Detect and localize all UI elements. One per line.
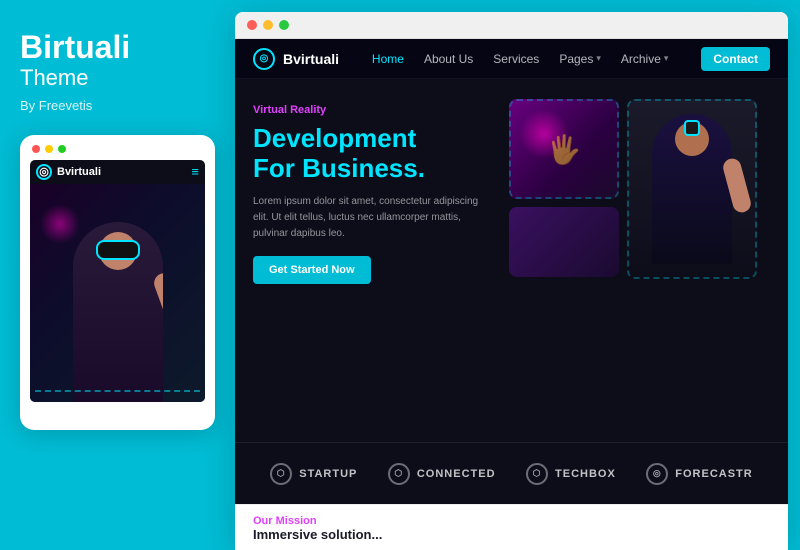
browser-preview: ◎ Bvirtuali Home About Us Services Pages… xyxy=(235,12,788,550)
browser-dot-yellow xyxy=(263,20,273,30)
nav-link-about[interactable]: About Us xyxy=(424,52,473,66)
browser-chrome xyxy=(235,12,788,39)
pages-arrow-icon: ▾ xyxy=(596,53,601,64)
mobile-nav-logo: ◎ Bvirtuali xyxy=(36,164,101,180)
mobile-cyan-border xyxy=(35,390,200,392)
hero-cta-button[interactable]: Get Started Now xyxy=(253,256,371,284)
mobile-window-dots xyxy=(30,145,205,153)
hero-title-dot: . xyxy=(418,153,425,183)
mission-title: Our Mission xyxy=(253,515,770,527)
by-line: By Freevetis xyxy=(20,98,215,113)
partners-row: ⬡ STARTUP ⬡ CONNECTED ⬡ TECHBOX ◎ foreca… xyxy=(235,442,788,504)
hero-text-block: Virtual Reality Development For Business… xyxy=(253,99,493,432)
mobile-dot-green xyxy=(58,145,66,153)
nav-links: Home About Us Services Pages ▾ Archive ▾ xyxy=(372,52,669,66)
startup-icon: ⬡ xyxy=(270,463,292,485)
hero-vr-glasses xyxy=(684,120,700,136)
mobile-hero-image xyxy=(30,184,205,402)
hero-img-bg-1: 🖐️ xyxy=(509,99,619,199)
hero-person-container xyxy=(627,99,757,279)
brand-sub: Theme xyxy=(20,65,215,91)
hero-person-arm xyxy=(721,157,753,215)
mobile-hamburger-icon: ≡ xyxy=(191,164,199,179)
mobile-person-arm xyxy=(151,270,163,333)
nav-link-home[interactable]: Home xyxy=(372,52,404,66)
mobile-preview-card: ◎ Bvirtuali ≡ xyxy=(20,135,215,430)
hero-img-gradient-2 xyxy=(509,207,619,277)
hero-section: Virtual Reality Development For Business… xyxy=(235,79,788,442)
left-panel: Birtuali Theme By Freevetis ◎ Bvirtuali … xyxy=(0,0,235,550)
hero-img-bg-2 xyxy=(509,207,619,277)
mission-subtitle: Immersive solution... xyxy=(253,527,770,542)
nav-link-archive[interactable]: Archive ▾ xyxy=(621,52,669,66)
hero-person-body xyxy=(652,114,732,264)
mobile-person-body xyxy=(73,222,163,402)
hero-images: 🖐️ xyxy=(509,99,757,432)
mobile-dot-red xyxy=(32,145,40,153)
partner-connected: ⬡ CONNECTED xyxy=(388,463,496,485)
nav-link-pages[interactable]: Pages ▾ xyxy=(559,52,601,66)
hero-description: Lorem ipsum dolor sit amet, consectetur … xyxy=(253,194,493,242)
forecastr-icon: ◎ xyxy=(646,463,668,485)
contact-button[interactable]: Contact xyxy=(701,47,770,71)
site-logo: ◎ Bvirtuali xyxy=(253,48,339,70)
browser-dot-green xyxy=(279,20,289,30)
website-content: ◎ Bvirtuali Home About Us Services Pages… xyxy=(235,39,788,550)
vr-hand-icon: 🖐️ xyxy=(547,133,582,166)
hero-subtitle: Virtual Reality xyxy=(253,104,493,116)
partner-forecastr: ◎ forecastr xyxy=(646,463,752,485)
nav-link-services[interactable]: Services xyxy=(493,52,539,66)
hero-image-3 xyxy=(627,99,757,279)
hero-image-2 xyxy=(509,207,619,277)
techbox-icon: ⬡ xyxy=(526,463,548,485)
partner-techbox: ⬡ TECHBOX xyxy=(526,463,616,485)
mission-section-peek: Our Mission Immersive solution... xyxy=(235,504,788,550)
mobile-hero-bg xyxy=(30,184,205,402)
site-nav: ◎ Bvirtuali Home About Us Services Pages… xyxy=(235,39,788,79)
mobile-person xyxy=(73,222,163,402)
browser-dot-red xyxy=(247,20,257,30)
hero-image-col-right xyxy=(627,99,757,279)
connected-icon: ⬡ xyxy=(388,463,410,485)
partner-startup: ⬡ STARTUP xyxy=(270,463,357,485)
hero-img-bg-3 xyxy=(627,99,757,279)
mobile-person-head xyxy=(99,232,137,270)
site-logo-icon: ◎ xyxy=(253,48,275,70)
hero-image-1: 🖐️ xyxy=(509,99,619,199)
archive-arrow-icon: ▾ xyxy=(664,53,669,64)
mobile-nav: ◎ Bvirtuali ≡ xyxy=(30,160,205,184)
mobile-vr-headset xyxy=(96,240,140,260)
mobile-logo-icon: ◎ xyxy=(36,164,52,180)
mobile-dot-yellow xyxy=(45,145,53,153)
hero-image-col-left: 🖐️ xyxy=(509,99,619,277)
brand-title: Birtuali xyxy=(20,30,215,65)
hero-title: Development For Business. xyxy=(253,124,493,184)
